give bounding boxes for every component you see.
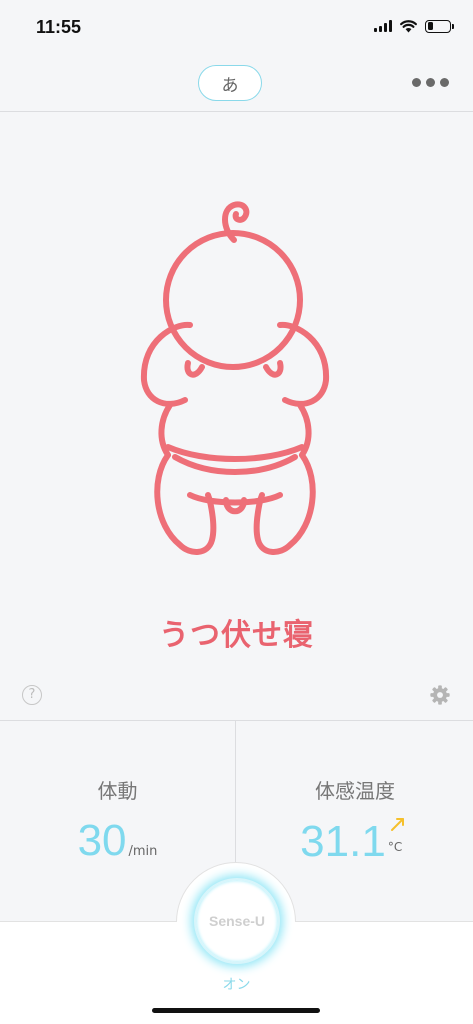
- cellular-signal-icon: [374, 20, 392, 32]
- sensor-state: オン: [222, 977, 251, 993]
- baby-prone-icon: [140, 201, 330, 555]
- more-dots-icon[interactable]: [412, 78, 449, 87]
- status-bar: 11:55: [0, 0, 473, 56]
- status-time: 11:55: [36, 17, 82, 37]
- trend-up-arrow-icon: [390, 818, 404, 831]
- mode-toggle-button[interactable]: あ: [198, 65, 262, 101]
- battery-icon: [425, 19, 454, 33]
- sensor-button[interactable]: Sense-U: [194, 878, 280, 964]
- temperature-unit: °C: [387, 840, 403, 854]
- movement-unit: /min: [128, 844, 158, 859]
- temperature-value: 31.1: [300, 817, 386, 866]
- home-indicator[interactable]: [152, 1008, 320, 1013]
- posture-status: うつ伏せ寝: [159, 618, 314, 653]
- status-icons: [374, 19, 454, 33]
- help-icon[interactable]: ?: [22, 685, 42, 705]
- nav-bar: あ: [0, 56, 473, 112]
- gear-icon[interactable]: [429, 684, 451, 706]
- wifi-icon: [400, 19, 417, 32]
- temperature-title: 体感温度: [315, 779, 395, 803]
- movement-value: 30: [77, 816, 127, 865]
- battery-level: [427, 22, 433, 30]
- movement-title: 体動: [97, 779, 138, 803]
